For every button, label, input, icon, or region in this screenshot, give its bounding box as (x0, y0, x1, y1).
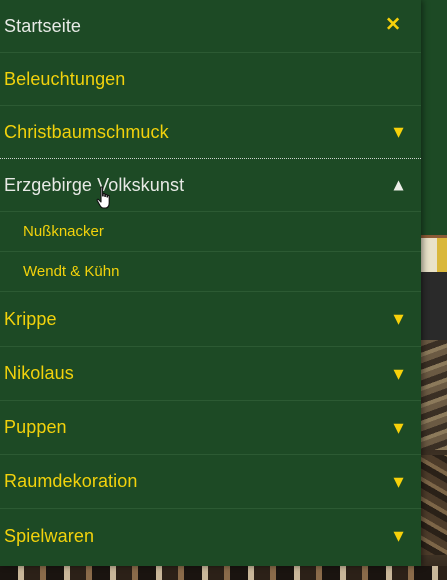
submenu-item-label: Nußknacker (23, 223, 104, 240)
menu-item-nikolaus[interactable]: Nikolaus ▼ (0, 347, 421, 401)
menu-item-label: Puppen (4, 417, 67, 437)
submenu-item-nussknacker[interactable]: Nußknacker (0, 212, 421, 252)
menu-item-spielwaren[interactable]: Spielwaren ▼ (0, 509, 421, 563)
menu-item-krippe[interactable]: Krippe ▼ (0, 292, 421, 347)
menu-item-label: Spielwaren (4, 525, 95, 546)
hand-pointer-icon (96, 186, 110, 209)
menu-item-home[interactable]: Startseite ✕ (0, 0, 421, 53)
menu-item-puppen[interactable]: Puppen ▼ (0, 401, 421, 455)
chevron-down-icon[interactable]: ▼ (390, 419, 407, 436)
menu-item-label: Startseite (4, 15, 82, 36)
menu-item-label: Nikolaus (4, 363, 74, 383)
menu-item-raumdekoration[interactable]: Raumdekoration ▼ (0, 455, 421, 509)
background-image-fragment (421, 455, 447, 555)
chevron-up-icon[interactable]: ▲ (390, 177, 407, 194)
menu-item-christbaumschmuck[interactable]: Christbaumschmuck ▼ (0, 106, 421, 159)
close-icon[interactable]: ✕ (385, 16, 401, 35)
submenu-item-wendt-kuehn[interactable]: Wendt & Kühn (0, 252, 421, 292)
chevron-down-icon[interactable]: ▼ (390, 528, 407, 545)
side-navigation-menu: Startseite ✕ Beleuchtungen Christbaumsch… (0, 0, 421, 566)
background-image-fragment (0, 566, 447, 580)
menu-item-label: Christbaumschmuck (4, 121, 169, 142)
menu-item-label: Beleuchtungen (4, 68, 126, 89)
menu-item-label: Krippe (4, 308, 57, 329)
submenu-item-label: Wendt & Kühn (23, 263, 120, 280)
chevron-down-icon[interactable]: ▼ (390, 311, 407, 328)
background-image-fragment (437, 238, 447, 272)
menu-item-erzgebirge-volkskunst[interactable]: Erzgebirge Volkskunst ▲ (0, 159, 421, 212)
background-image-fragment (421, 238, 437, 272)
chevron-down-icon[interactable]: ▼ (390, 473, 407, 490)
menu-item-beleuchtungen[interactable]: Beleuchtungen (0, 53, 421, 106)
background-image-fragment (421, 340, 447, 450)
chevron-down-icon[interactable]: ▼ (390, 124, 407, 141)
chevron-down-icon[interactable]: ▼ (390, 365, 407, 382)
menu-item-label: Raumdekoration (4, 471, 138, 491)
